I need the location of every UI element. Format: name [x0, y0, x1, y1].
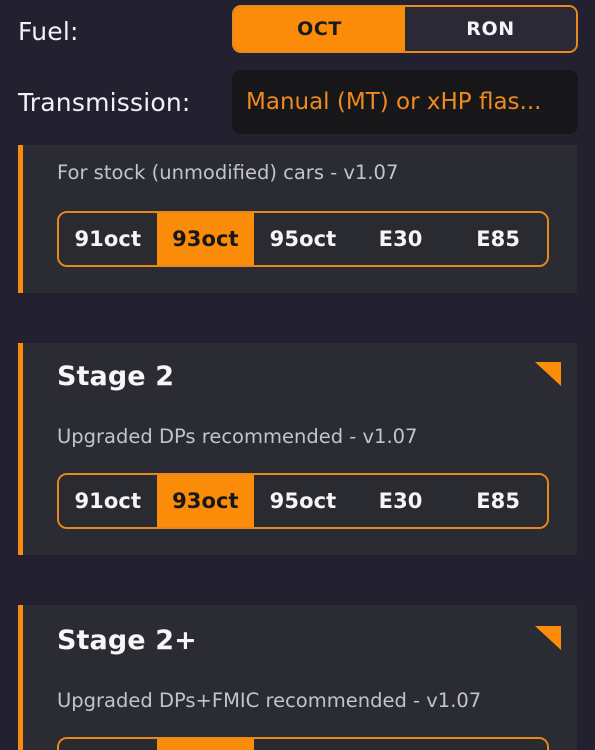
transmission-selected-value: Manual (MT) or xHP flas... [246, 89, 542, 115]
fuel-grade-selector-stage1[interactable]: 91oct 93oct 95oct E30 E85 [57, 211, 549, 267]
fuel-grade-option-e85[interactable]: E85 [449, 739, 547, 750]
fuel-grade-option-e30[interactable]: E30 [351, 213, 450, 265]
stage-card-stage2[interactable]: Stage 2 Upgraded DPs recommended - v1.07… [18, 343, 577, 555]
fuel-grade-selector-stage2plus[interactable]: 91oct 93oct 95oct E30 E85 [57, 737, 549, 750]
stage-card-body: Stage 2+ Upgraded DPs+FMIC recommended -… [23, 605, 577, 750]
fuel-grade-option-e85[interactable]: E85 [449, 475, 547, 527]
fuel-unit-option-ron[interactable]: RON [405, 7, 576, 51]
stage-card-title: Stage 2 [57, 361, 175, 392]
fuel-grade-option-95oct[interactable]: 95oct [254, 475, 352, 527]
stage-card-subtitle: Upgraded DPs recommended - v1.07 [57, 425, 418, 448]
fuel-grade-option-93oct[interactable]: 93oct [156, 739, 255, 750]
corner-flag-icon [535, 626, 561, 650]
corner-flag-icon [535, 362, 561, 386]
fuel-grade-option-91oct[interactable]: 91oct [59, 213, 157, 265]
stage-card-body: Stage 2 Upgraded DPs recommended - v1.07… [23, 343, 577, 555]
stage-card-title: Stage 2+ [57, 625, 197, 656]
transmission-select[interactable]: Manual (MT) or xHP flas... [232, 70, 578, 134]
fuel-grade-option-93oct[interactable]: 93oct [156, 213, 255, 265]
fuel-grade-option-e85[interactable]: E85 [449, 213, 547, 265]
fuel-unit-toggle[interactable]: OCT RON [232, 5, 578, 53]
fuel-grade-option-91oct[interactable]: 91oct [59, 739, 157, 750]
fuel-grade-option-93oct[interactable]: 93oct [156, 475, 255, 527]
fuel-grade-option-91oct[interactable]: 91oct [59, 475, 157, 527]
fuel-grade-option-e30[interactable]: E30 [351, 475, 450, 527]
fuel-unit-option-oct[interactable]: OCT [234, 7, 405, 51]
stage-card-subtitle: Upgraded DPs+FMIC recommended - v1.07 [57, 689, 482, 712]
fuel-grade-selector-stage2[interactable]: 91oct 93oct 95oct E30 E85 [57, 473, 549, 529]
app-screen: Fuel: OCT RON Transmission: Manual (MT) … [0, 0, 595, 750]
stage-card-stage1[interactable]: For stock (unmodified) cars - v1.07 91oc… [18, 145, 577, 293]
fuel-grade-option-e30[interactable]: E30 [351, 739, 450, 750]
stage-card-body: For stock (unmodified) cars - v1.07 91oc… [23, 145, 577, 293]
stage-card-subtitle: For stock (unmodified) cars - v1.07 [57, 161, 399, 184]
stage-card-stage2plus[interactable]: Stage 2+ Upgraded DPs+FMIC recommended -… [18, 605, 577, 750]
fuel-grade-option-95oct[interactable]: 95oct [254, 213, 352, 265]
fuel-grade-option-95oct[interactable]: 95oct [254, 739, 352, 750]
fuel-label: Fuel: [18, 16, 79, 46]
transmission-label: Transmission: [18, 87, 191, 117]
